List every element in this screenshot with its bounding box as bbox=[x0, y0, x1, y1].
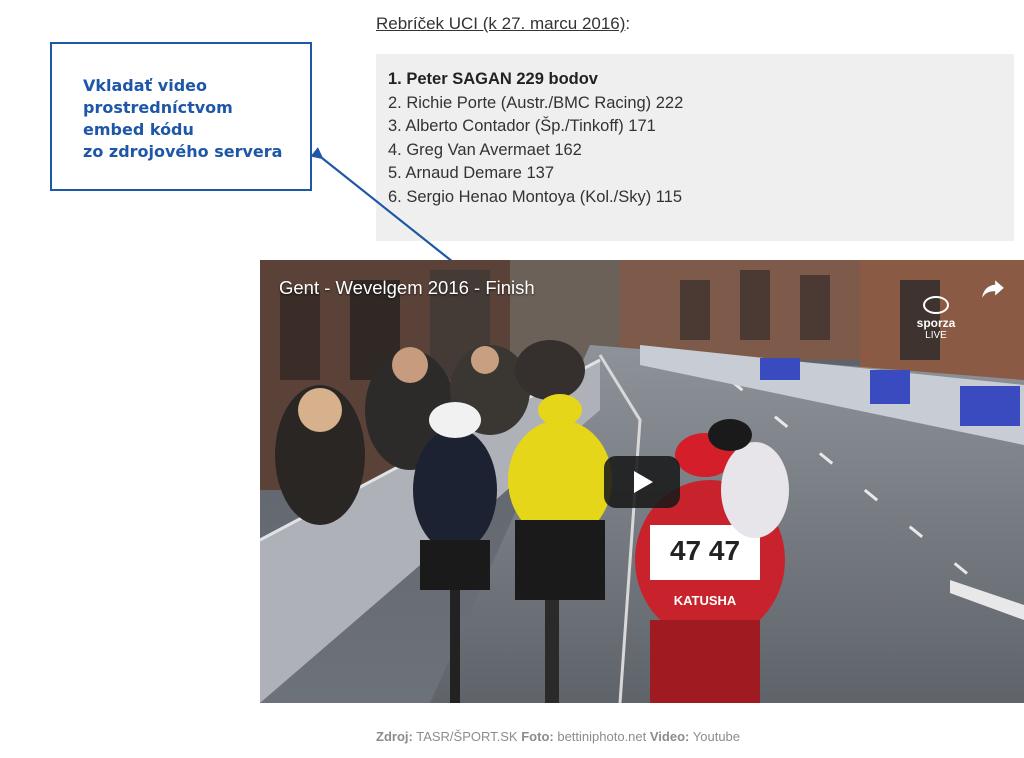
embedded-video-player[interactable]: 47 47 KATUSHA Gent - Wevelgem 2016 - Fin… bbox=[260, 260, 1024, 703]
ranking-list: 1. Peter SAGAN 229 bodov 2. Richie Porte… bbox=[376, 54, 1014, 210]
ranking-item: 2. Richie Porte (Austr./BMC Racing) 222 bbox=[388, 93, 684, 112]
video-title[interactable]: Gent - Wevelgem 2016 - Finish bbox=[279, 277, 535, 299]
photo-label: Foto: bbox=[521, 729, 554, 744]
ranking-heading: Rebríček UCI (k 27. marcu 2016): bbox=[376, 14, 630, 34]
channel-logo-icon bbox=[923, 296, 949, 314]
ranking-heading-colon: : bbox=[625, 14, 631, 33]
video-value: Youtube bbox=[692, 729, 741, 744]
annotation-callout: Vkladať video prostredníctvom embed kódu… bbox=[50, 42, 312, 191]
annotation-line: embed kódu bbox=[83, 120, 194, 139]
jersey-team-text: KATUSHA bbox=[674, 593, 737, 608]
channel-logo: sporza LIVE bbox=[910, 296, 962, 341]
source-label: Zdroj: bbox=[376, 729, 413, 744]
source-value: TASR/ŠPORT.SK bbox=[416, 729, 518, 744]
play-icon bbox=[634, 471, 653, 493]
annotation-line: prostredníctvom bbox=[83, 98, 233, 117]
play-button[interactable] bbox=[604, 456, 680, 508]
annotation-text: Vkladať video prostredníctvom embed kódu… bbox=[83, 75, 282, 163]
ranking-item: 5. Arnaud Demare 137 bbox=[388, 164, 555, 183]
share-arrow-icon[interactable] bbox=[980, 276, 1006, 302]
source-credits: Zdroj: TASR/ŠPORT.SK Foto: bettiniphoto.… bbox=[376, 729, 740, 744]
ranking-item: 1. Peter SAGAN 229 bodov bbox=[388, 70, 598, 88]
ranking-item: 4. Greg Van Avermaet 162 bbox=[388, 140, 582, 159]
ranking-heading-link[interactable]: Rebríček UCI (k 27. marcu 2016) bbox=[376, 14, 625, 33]
ranking-item: 3. Alberto Contador (Šp./Tinkoff) 171 bbox=[388, 117, 656, 136]
annotation-line: Vkladať video bbox=[83, 76, 207, 95]
ranking-box: 1. Peter SAGAN 229 bodov 2. Richie Porte… bbox=[376, 54, 1014, 241]
photo-value: bettiniphoto.net bbox=[557, 729, 647, 744]
channel-logo-text: sporza bbox=[916, 316, 956, 330]
jersey-number: 47 47 bbox=[670, 535, 740, 566]
channel-logo-sub: LIVE bbox=[925, 330, 947, 341]
video-label: Video: bbox=[649, 729, 690, 744]
ranking-item: 6. Sergio Henao Montoya (Kol./Sky) 115 bbox=[388, 187, 683, 206]
annotation-line: zo zdrojového servera bbox=[83, 142, 283, 161]
